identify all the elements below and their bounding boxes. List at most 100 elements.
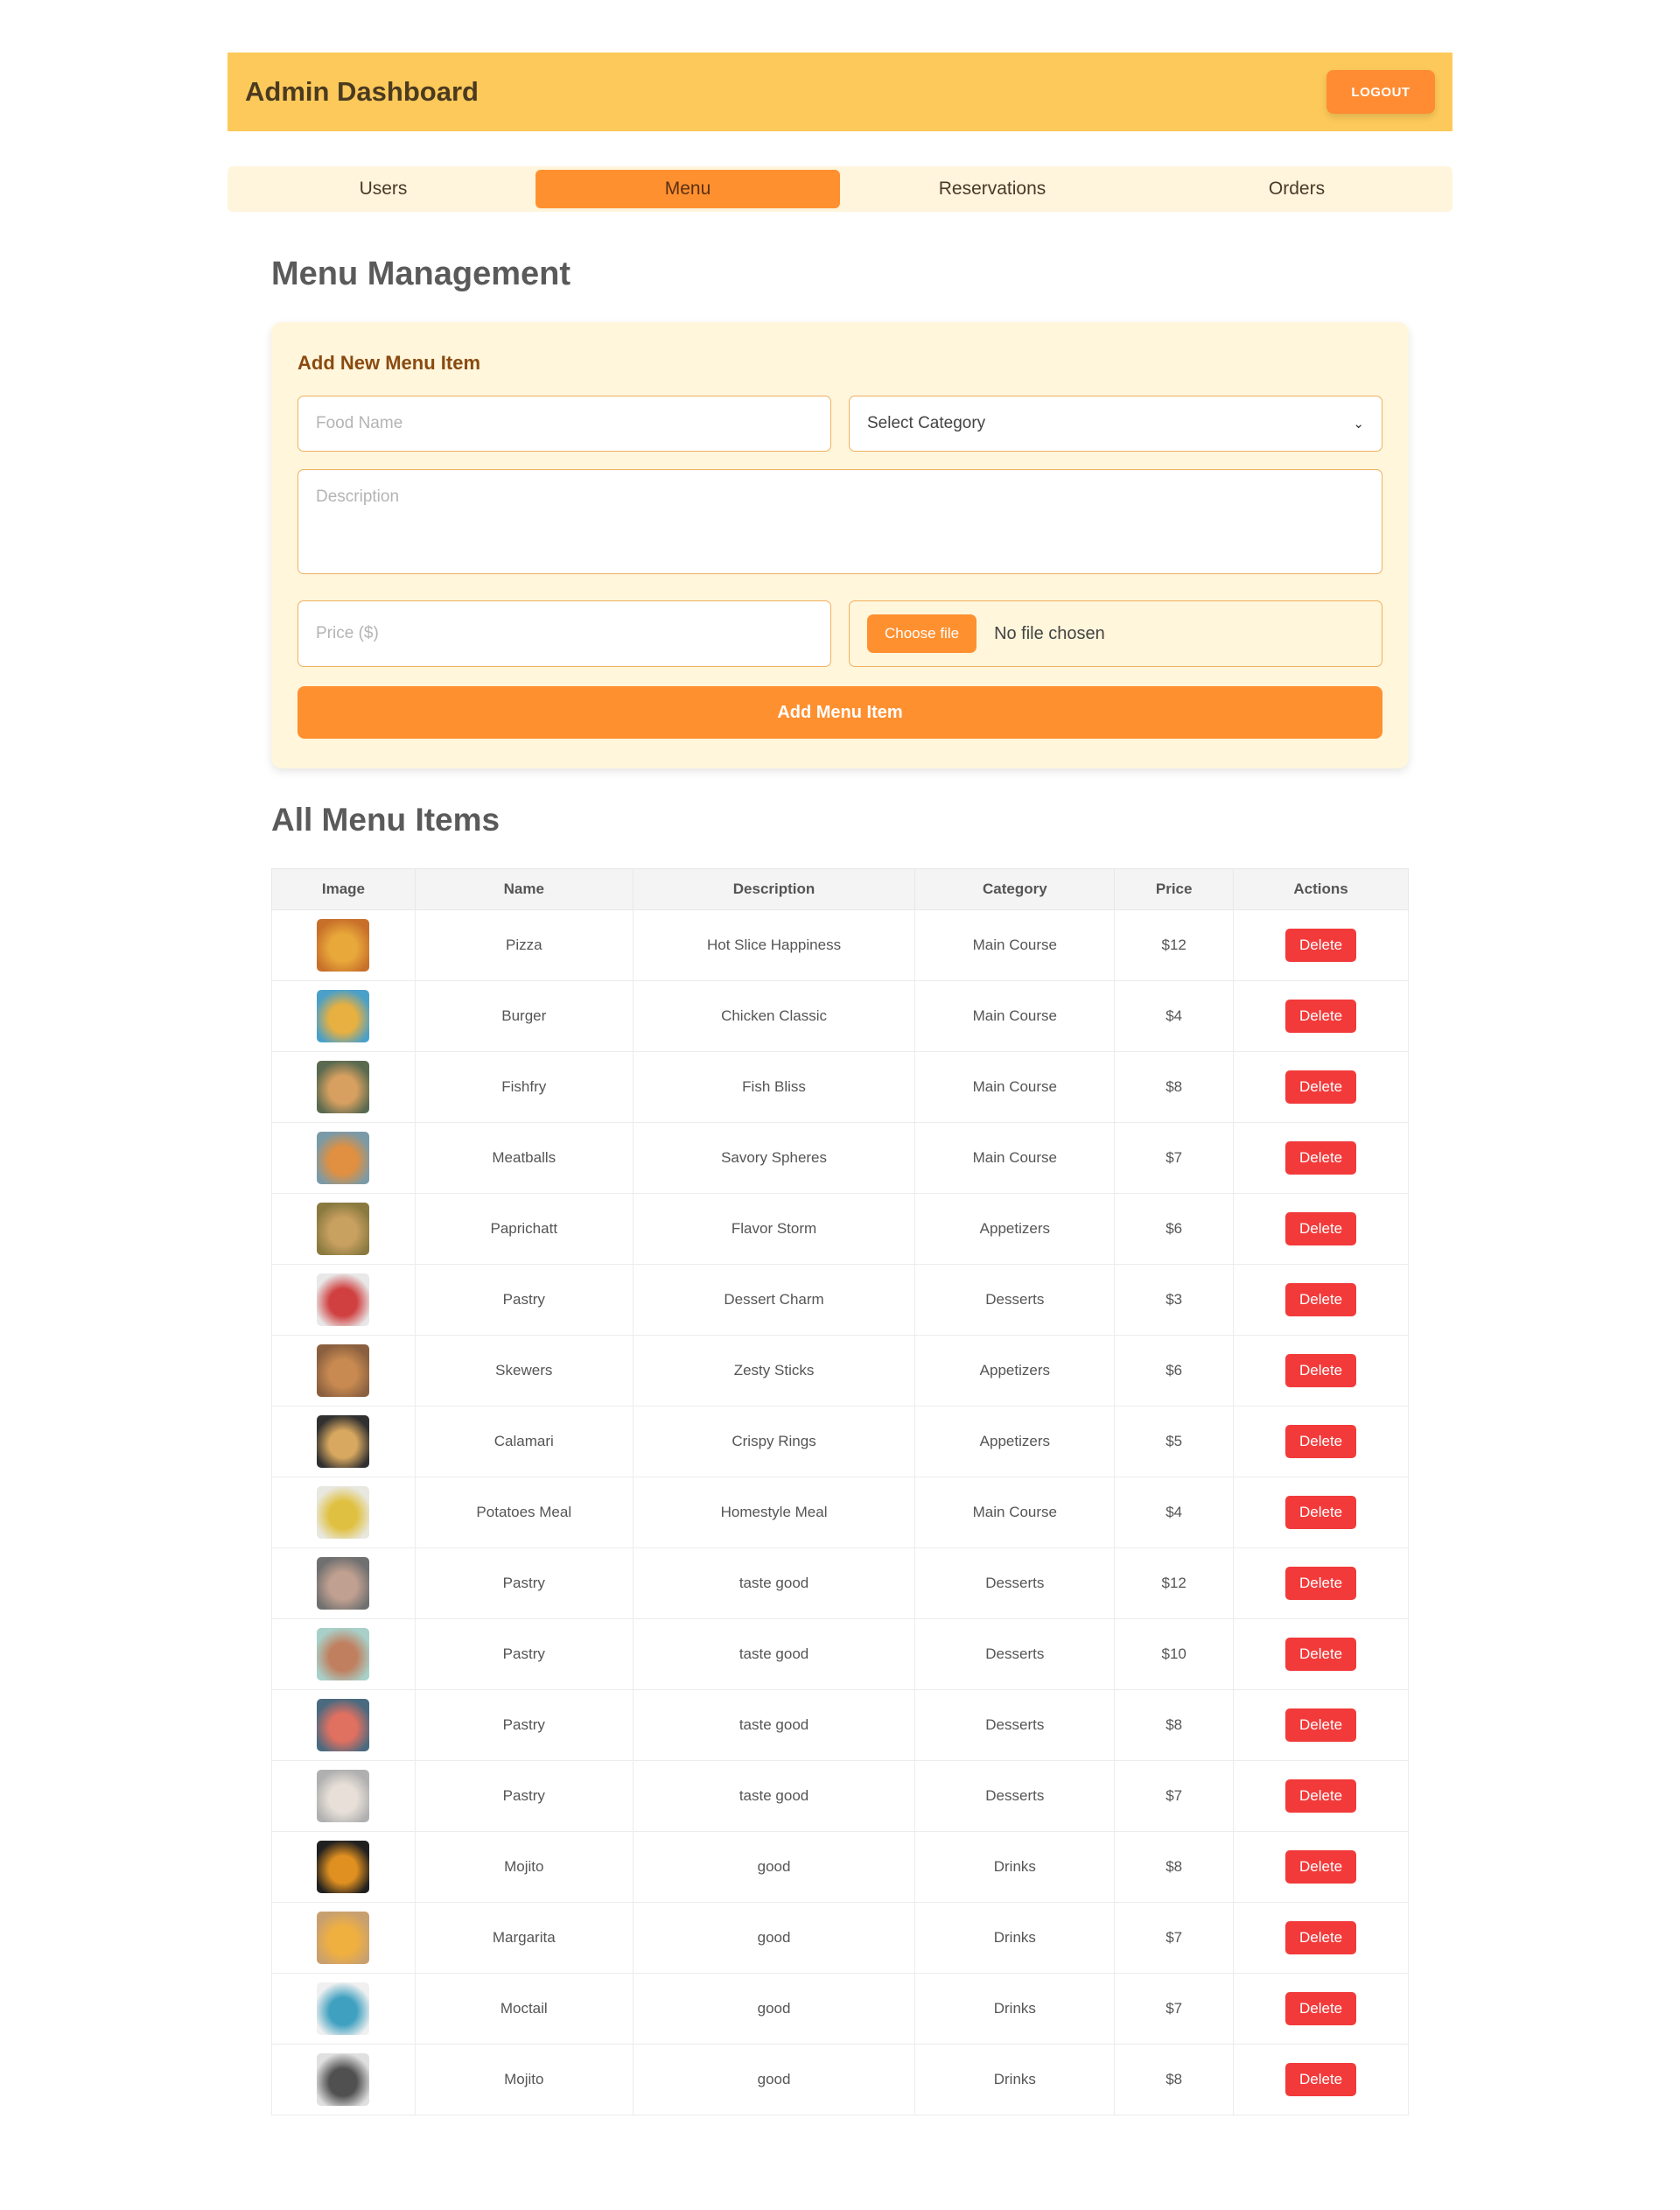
- description-cell: Homestyle Meal: [632, 1477, 916, 1548]
- description-cell: taste good: [632, 1547, 916, 1619]
- tab-orders[interactable]: Orders: [1144, 170, 1449, 208]
- price-cell: $8: [1114, 1051, 1235, 1123]
- food-thumbnail-image: [317, 2053, 370, 2106]
- food-thumbnail-image: [317, 1132, 370, 1184]
- price-input[interactable]: Price ($): [298, 600, 831, 667]
- price-cell: $3: [1114, 1264, 1235, 1336]
- description-cell: Savory Spheres: [632, 1122, 916, 1194]
- name-cell: Pastry: [414, 1689, 634, 1761]
- category-cell: Drinks: [914, 1973, 1116, 2045]
- actions-cell: Delete: [1233, 1760, 1409, 1832]
- food-thumbnail-image: [317, 1912, 370, 1964]
- name-cell: Meatballs: [414, 1122, 634, 1194]
- actions-cell: Delete: [1233, 1122, 1409, 1194]
- menu-items-table: Image Name Description Category Price Ac…: [271, 868, 1409, 2115]
- delete-button[interactable]: Delete: [1284, 1070, 1357, 1104]
- description-textarea[interactable]: Description: [298, 469, 1382, 574]
- delete-button[interactable]: Delete: [1284, 1779, 1357, 1813]
- description-cell: good: [632, 2044, 916, 2115]
- table-row: Pastry taste good Desserts $7 Delete: [271, 1760, 1409, 1832]
- image-cell: [271, 1760, 416, 1832]
- nav-tabs: Users Menu Reservations Orders: [228, 166, 1452, 212]
- all-menu-items-title: All Menu Items: [271, 802, 500, 838]
- name-cell: Pastry: [414, 1760, 634, 1832]
- table-row: Potatoes Meal Homestyle Meal Main Course $4…: [271, 1477, 1409, 1548]
- image-cell: [271, 1689, 416, 1761]
- delete-button[interactable]: Delete: [1284, 929, 1357, 962]
- chevron-down-icon: ⌄: [1353, 417, 1364, 431]
- price-cell: $12: [1114, 909, 1235, 981]
- column-header-description: Description: [632, 868, 916, 910]
- delete-button[interactable]: Delete: [1284, 1212, 1357, 1245]
- description-cell: good: [632, 1831, 916, 1903]
- name-cell: Mojito: [414, 1831, 634, 1903]
- table-row: Margarita good Drinks $7 Delete: [271, 1902, 1409, 1974]
- food-thumbnail-image: [317, 1841, 370, 1893]
- price-cell: $7: [1114, 1760, 1235, 1832]
- delete-button[interactable]: Delete: [1284, 2063, 1357, 2096]
- price-cell: $7: [1114, 1973, 1235, 2045]
- actions-cell: Delete: [1233, 1477, 1409, 1548]
- column-header-category: Category: [914, 868, 1116, 910]
- delete-button[interactable]: Delete: [1284, 1425, 1357, 1458]
- choose-file-button[interactable]: Choose file: [867, 614, 977, 653]
- image-cell: [271, 1051, 416, 1123]
- delete-button[interactable]: Delete: [1284, 1638, 1357, 1671]
- tab-reservations[interactable]: Reservations: [840, 170, 1144, 208]
- table-body: Pizza Hot Slice Happiness Main Course $12 De…: [271, 909, 1409, 2115]
- column-header-actions: Actions: [1233, 868, 1409, 910]
- food-thumbnail-image: [317, 1344, 370, 1397]
- name-cell: Potatoes Meal: [414, 1477, 634, 1548]
- price-cell: $6: [1114, 1335, 1235, 1407]
- category-cell: Desserts: [914, 1547, 1116, 1619]
- description-cell: Fish Bliss: [632, 1051, 916, 1123]
- logout-button[interactable]: LOGOUT: [1326, 70, 1435, 114]
- food-name-input[interactable]: Food Name: [298, 396, 831, 452]
- delete-button[interactable]: Delete: [1284, 1496, 1357, 1529]
- description-cell: good: [632, 1902, 916, 1974]
- food-thumbnail-image: [317, 1557, 370, 1610]
- delete-button[interactable]: Delete: [1284, 1567, 1357, 1600]
- category-cell: Drinks: [914, 1831, 1116, 1903]
- food-thumbnail-image: [317, 1203, 370, 1255]
- column-header-name: Name: [414, 868, 634, 910]
- add-menu-item-button[interactable]: Add Menu Item: [298, 686, 1382, 739]
- tab-users[interactable]: Users: [231, 170, 536, 208]
- table-row: Meatballs Savory Spheres Main Course $7 Dele…: [271, 1122, 1409, 1194]
- name-cell: Margarita: [414, 1902, 634, 1974]
- delete-button[interactable]: Delete: [1284, 1354, 1357, 1387]
- table-row: Paprichatt Flavor Storm Appetizers $6 Delete: [271, 1193, 1409, 1265]
- delete-button[interactable]: Delete: [1284, 1992, 1357, 2025]
- table-row: Pastry taste good Desserts $12 Delete: [271, 1547, 1409, 1619]
- actions-cell: Delete: [1233, 1406, 1409, 1477]
- description-cell: taste good: [632, 1618, 916, 1690]
- delete-button[interactable]: Delete: [1284, 1708, 1357, 1742]
- price-cell: $12: [1114, 1547, 1235, 1619]
- category-cell: Appetizers: [914, 1193, 1116, 1265]
- name-cell: Skewers: [414, 1335, 634, 1407]
- delete-button[interactable]: Delete: [1284, 1850, 1357, 1884]
- name-cell: Calamari: [414, 1406, 634, 1477]
- delete-button[interactable]: Delete: [1284, 1283, 1357, 1316]
- food-thumbnail-image: [317, 990, 370, 1042]
- table-row: Burger Chicken Classic Main Course $4 Delete: [271, 980, 1409, 1052]
- tab-menu[interactable]: Menu: [536, 170, 840, 208]
- table-row: Mojito good Drinks $8 Delete: [271, 1831, 1409, 1903]
- category-cell: Appetizers: [914, 1406, 1116, 1477]
- delete-button[interactable]: Delete: [1284, 1000, 1357, 1033]
- delete-button[interactable]: Delete: [1284, 1141, 1357, 1175]
- add-menu-item-form: Add New Menu Item Food Name Select Categ…: [271, 322, 1409, 768]
- price-cell: $4: [1114, 980, 1235, 1052]
- table-row: Pastry taste good Desserts $10 Delete: [271, 1618, 1409, 1690]
- name-cell: Paprichatt: [414, 1193, 634, 1265]
- category-cell: Appetizers: [914, 1335, 1116, 1407]
- food-thumbnail-image: [317, 1415, 370, 1468]
- food-thumbnail-image: [317, 1699, 370, 1751]
- food-thumbnail-image: [317, 1982, 370, 2035]
- name-cell: Pastry: [414, 1264, 634, 1336]
- category-select[interactable]: Select Category ⌄: [849, 396, 1382, 452]
- image-cell: [271, 1193, 416, 1265]
- column-header-price: Price: [1114, 868, 1235, 910]
- delete-button[interactable]: Delete: [1284, 1921, 1357, 1954]
- name-cell: Pastry: [414, 1618, 634, 1690]
